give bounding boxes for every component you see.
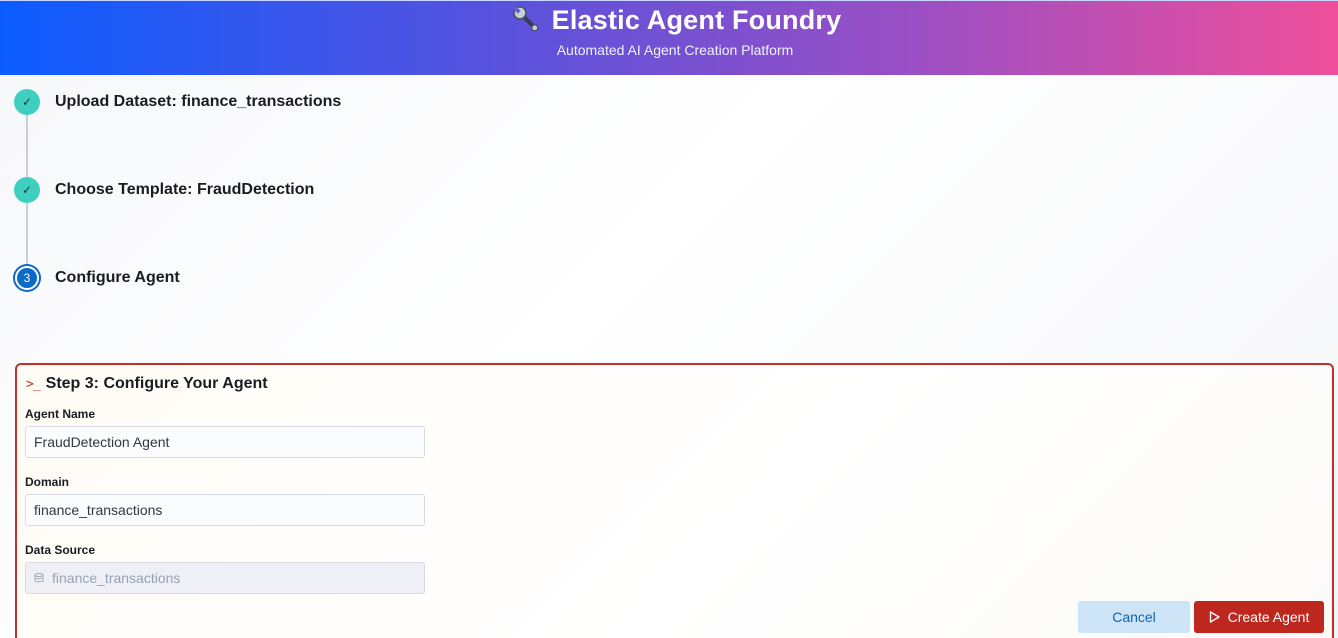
domain-value: finance_transactions (34, 502, 163, 518)
panel-header: >_ Step 3: Configure Your Agent (26, 375, 268, 393)
app-header: Elastic Agent Foundry Automated AI Agent… (0, 0, 1338, 75)
create-agent-button[interactable]: Create Agent (1194, 601, 1324, 633)
agent-name-input[interactable]: FraudDetection Agent (25, 426, 425, 458)
data-source-label: Data Source (25, 543, 96, 557)
domain-input[interactable]: finance_transactions (25, 494, 425, 526)
domain-label: Domain (25, 475, 70, 489)
agent-name-value: FraudDetection Agent (34, 434, 170, 450)
configure-agent-panel: >_ Step 3: Configure Your Agent Agent Na… (15, 363, 1334, 638)
app-title: Elastic Agent Foundry (551, 4, 842, 35)
play-icon (1209, 611, 1220, 623)
step-choose-template[interactable]: ✓ Choose Template: FraudDetection (14, 177, 314, 203)
step-configure-agent[interactable]: 3 Configure Agent (14, 265, 180, 291)
check-icon: ✓ (14, 177, 40, 203)
cancel-button[interactable]: Cancel (1078, 601, 1190, 633)
step-upload-dataset[interactable]: ✓ Upload Dataset: finance_transactions (14, 89, 341, 115)
step-connector (26, 115, 28, 177)
create-agent-button-label: Create Agent (1227, 609, 1310, 625)
terminal-prompt-icon: >_ (26, 376, 41, 392)
panel-title: Step 3: Configure Your Agent (45, 375, 268, 392)
step-label: Choose Template: FraudDetection (55, 181, 315, 198)
app-subtitle: Automated AI Agent Creation Platform (556, 42, 794, 58)
data-source-value: finance_transactions (52, 570, 181, 586)
progress-stepper: ✓ Upload Dataset: finance_transactions ✓… (14, 89, 614, 299)
agent-name-label: Agent Name (25, 407, 96, 421)
cancel-button-label: Cancel (1112, 609, 1156, 625)
header-title-row: Elastic Agent Foundry (0, 4, 1338, 36)
header-title-group: Elastic Agent Foundry (510, 4, 842, 36)
step-label: Configure Agent (55, 269, 180, 286)
step-number: 3 (15, 266, 39, 290)
step-connector (26, 203, 28, 265)
check-icon: ✓ (14, 89, 40, 115)
data-source-input: finance_transactions (25, 562, 425, 594)
database-icon (34, 573, 44, 583)
step-label: Upload Dataset: finance_transactions (55, 93, 342, 110)
wrench-icon (512, 6, 539, 32)
